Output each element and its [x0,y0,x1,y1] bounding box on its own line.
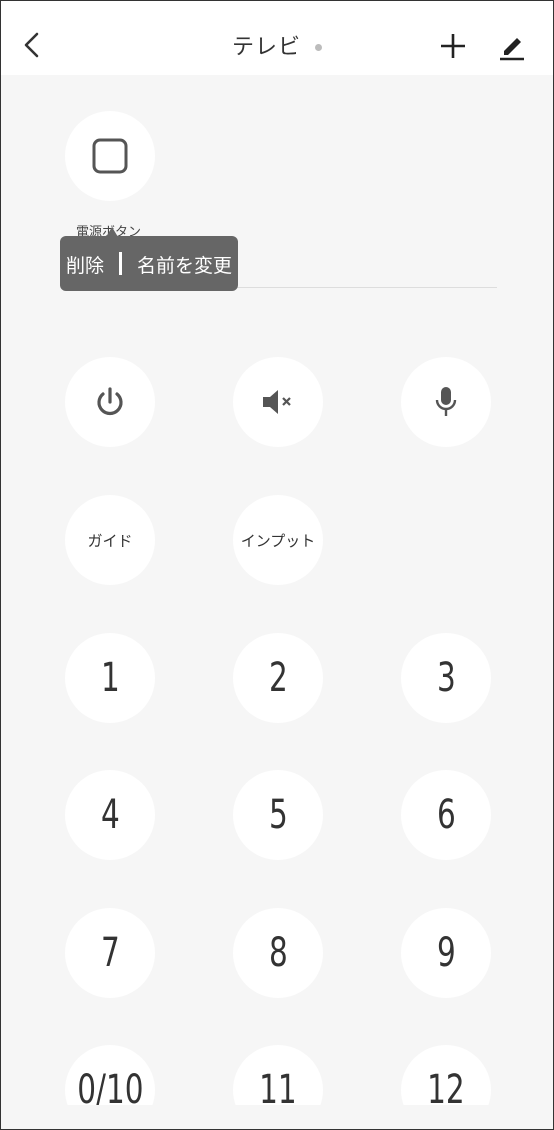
number-button-4[interactable]: 4 [65,770,155,860]
menu-separator [119,252,122,275]
edit-button[interactable] [495,29,529,63]
input-label: インプット [240,531,316,550]
square-icon [92,138,128,174]
power-button[interactable] [65,357,155,447]
number-button-6[interactable]: 6 [401,770,491,860]
number-button-5[interactable]: 5 [233,770,323,860]
rename-menu-item[interactable]: 名前を変更 [137,251,232,278]
number-label: 9 [436,930,456,976]
delete-menu-item[interactable]: 削除 [66,251,104,278]
number-label: 2 [268,655,288,701]
number-button-9[interactable]: 9 [401,908,491,998]
title-area: テレビ [1,29,553,61]
number-label: 5 [268,792,288,838]
number-label: 8 [268,930,288,976]
header: テレビ [1,1,553,75]
number-button-7[interactable]: 7 [65,908,155,998]
plus-icon [441,34,465,58]
guide-button[interactable]: ガイド [65,495,155,585]
power-icon [97,387,123,416]
number-label: 3 [436,655,456,701]
number-button-3[interactable]: 3 [401,633,491,723]
number-label: 1 [100,655,120,701]
mute-button[interactable] [233,357,323,447]
guide-label: ガイド [87,531,133,550]
number-label: 4 [100,792,120,838]
page-title: テレビ [231,35,301,60]
input-button[interactable]: インプット [233,495,323,585]
number-label: 7 [100,930,120,976]
add-button[interactable] [436,29,470,63]
number-button-2[interactable]: 2 [233,633,323,723]
pencil-icon [500,38,524,61]
voice-button[interactable] [401,357,491,447]
number-label: 6 [436,792,456,838]
microphone-icon [435,387,457,416]
number-button-8[interactable]: 8 [233,908,323,998]
number-button-1[interactable]: 1 [65,633,155,723]
screen: テレビ 電源ボタン 削除 名前を変更 ガイド インプット 1 2 3 4 5 6… [0,0,554,1130]
bottom-fade [1,1105,553,1129]
status-dot [315,44,322,51]
mute-icon [263,390,291,414]
custom-remote-button[interactable] [65,111,155,201]
